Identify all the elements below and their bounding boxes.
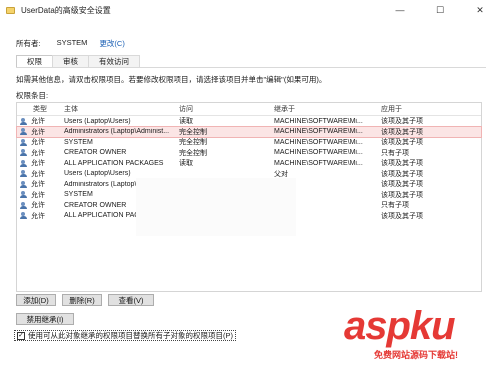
table-row[interactable]: 允许 ALL APPLICATION PACKAGES 读取 MACHINE\SOFT… [17, 158, 481, 169]
close-button[interactable]: ✕ [460, 0, 500, 20]
tab-divider [16, 67, 486, 68]
cell-type: 允许 [31, 212, 45, 220]
disable-inheritance-button[interactable]: 禁用继承(I) [16, 313, 74, 325]
cell-type: 允许 [31, 202, 45, 210]
cell-type: 允许 [31, 139, 45, 147]
column-access[interactable]: 访问 [179, 104, 274, 114]
cell-applies-to: 该项及其子项 [381, 118, 423, 126]
cell-access: 完全控制 [179, 139, 207, 147]
cell-applies-to: 该项及其子项 [381, 128, 423, 136]
cell-inherited-from: MACHINE\SOFTWARE\Mi... [274, 138, 363, 146]
cell-principal: Users (Laptop\Users) [64, 170, 131, 178]
cell-applies-to: 该项及其子项 [381, 170, 423, 178]
user-group-icon [17, 138, 31, 146]
cell-principal: CREATOR OWNER [64, 149, 127, 157]
view-button[interactable]: 查看(V) [108, 294, 154, 306]
user-group-icon [19, 138, 29, 146]
owner-label: 所有者: [16, 39, 41, 48]
user-group-icon [19, 180, 29, 188]
cell-access: 读取 [179, 118, 193, 126]
user-group-icon [17, 117, 31, 125]
user-group-icon [19, 170, 29, 178]
cell-applies-to: 该项及其子项 [381, 212, 423, 220]
cell-principal: ALL APPLICATION PACKAGES [64, 159, 164, 167]
cell-type: 允许 [31, 128, 45, 136]
cell-applies-to: 只有子项 [381, 202, 409, 210]
user-group-icon [19, 128, 29, 136]
cell-applies-to: 该项及其子项 [381, 139, 423, 147]
watermark-logo: aspku 免费网站源码下载站! [324, 304, 494, 370]
remove-button[interactable]: 删除(R) [62, 294, 102, 306]
cell-type: 允许 [31, 149, 45, 157]
cell-applies-to: 只有子项 [381, 149, 409, 157]
cell-applies-to: 该项及其子项 [381, 191, 423, 199]
obscured-region [136, 178, 296, 236]
folder-icon [6, 6, 15, 14]
user-group-icon [19, 159, 29, 167]
user-group-icon [17, 201, 31, 209]
cell-type: 允许 [31, 160, 45, 168]
column-type[interactable]: 类型 [17, 104, 64, 114]
user-group-icon [19, 191, 29, 199]
maximize-button[interactable]: ☐ [420, 0, 460, 20]
cell-principal: Administrators (Laptop\Administ... [64, 128, 170, 136]
user-group-icon [19, 149, 29, 157]
table-row[interactable]: 允许 Users (Laptop\Users) 读取 MACHINE\SOFTWARE… [17, 116, 481, 127]
add-button[interactable]: 添加(D) [16, 294, 56, 306]
cell-type: 允许 [31, 118, 45, 126]
cell-inherited-from: MACHINE\SOFTWARE\Mi... [274, 149, 363, 157]
cell-access: 完全控制 [179, 128, 207, 136]
cell-inherited-from: MACHINE\SOFTWARE\Mi... [274, 117, 363, 125]
watermark-logo-text: aspku [344, 304, 456, 348]
owner-value: SYSTEM [56, 38, 88, 47]
user-group-icon [17, 212, 31, 220]
user-group-icon [17, 128, 31, 136]
cell-applies-to: 该项及其子项 [381, 181, 423, 189]
replace-child-permissions-option[interactable]: ✓ 使用可从此对象继承的权限项目替换所有子对象的权限项目(P) [14, 330, 236, 341]
table-row[interactable]: 允许 Administrators (Laptop\Administ... 完全控制… [16, 125, 482, 138]
minimize-button[interactable]: — [380, 0, 420, 20]
cell-principal: Users (Laptop\Users) [64, 117, 131, 125]
table-row[interactable]: 允许 SYSTEM 完全控制 MACHINE\SOFTWARE\Mi... 该项及其子项 [17, 137, 481, 148]
table-header: 类型 主体 访问 继承于 应用于 [17, 103, 481, 116]
column-principal[interactable]: 主体 [64, 104, 179, 114]
cell-inherited-from: MACHINE\SOFTWARE\Mi... [274, 128, 363, 136]
cell-type: 允许 [31, 191, 45, 199]
info-text: 如需其他信息，请双击权限项目。若要修改权限项目，请选择该项目并单击"编辑"(如果… [16, 75, 327, 84]
cell-type: 允许 [31, 181, 45, 189]
permission-entries-label: 权限条目: [16, 91, 49, 100]
user-group-icon [17, 149, 31, 157]
user-group-icon [19, 117, 29, 125]
cell-type: 允许 [31, 170, 45, 178]
user-group-icon [17, 159, 31, 167]
column-inherited-from[interactable]: 继承于 [274, 104, 381, 114]
user-group-icon [19, 212, 29, 220]
cell-principal: SYSTEM [64, 138, 93, 146]
user-group-icon [17, 180, 31, 188]
change-owner-link[interactable]: 更改(C) [99, 38, 124, 49]
title-bar: UserData的高级安全设置 — ☐ ✕ [0, 0, 500, 20]
cell-applies-to: 该项及其子项 [381, 160, 423, 168]
cell-access: 完全控制 [179, 149, 207, 157]
window-title: UserData的高级安全设置 [21, 5, 111, 15]
owner-row: 所有者: SYSTEM 更改(C) [16, 38, 125, 49]
watermark-tagline: 免费网站源码下载站! [374, 350, 458, 360]
tab-auditing[interactable]: 审核 [52, 55, 89, 67]
replace-child-permissions-label: 使用可从此对象继承的权限项目替换所有子对象的权限项目(P) [28, 331, 233, 340]
cell-inherited-from: MACHINE\SOFTWARE\Mi... [274, 159, 363, 167]
user-group-icon [17, 170, 31, 178]
replace-child-permissions-checkbox[interactable]: ✓ [17, 331, 25, 340]
table-row[interactable]: 允许 CREATOR OWNER 完全控制 MACHINE\SOFTWARE\Mi..… [17, 148, 481, 159]
column-applies-to[interactable]: 应用于 [381, 104, 481, 114]
user-group-icon [19, 201, 29, 209]
user-group-icon [17, 191, 31, 199]
tab-effective-access[interactable]: 有效访问 [88, 55, 140, 67]
cell-access: 读取 [179, 160, 193, 168]
